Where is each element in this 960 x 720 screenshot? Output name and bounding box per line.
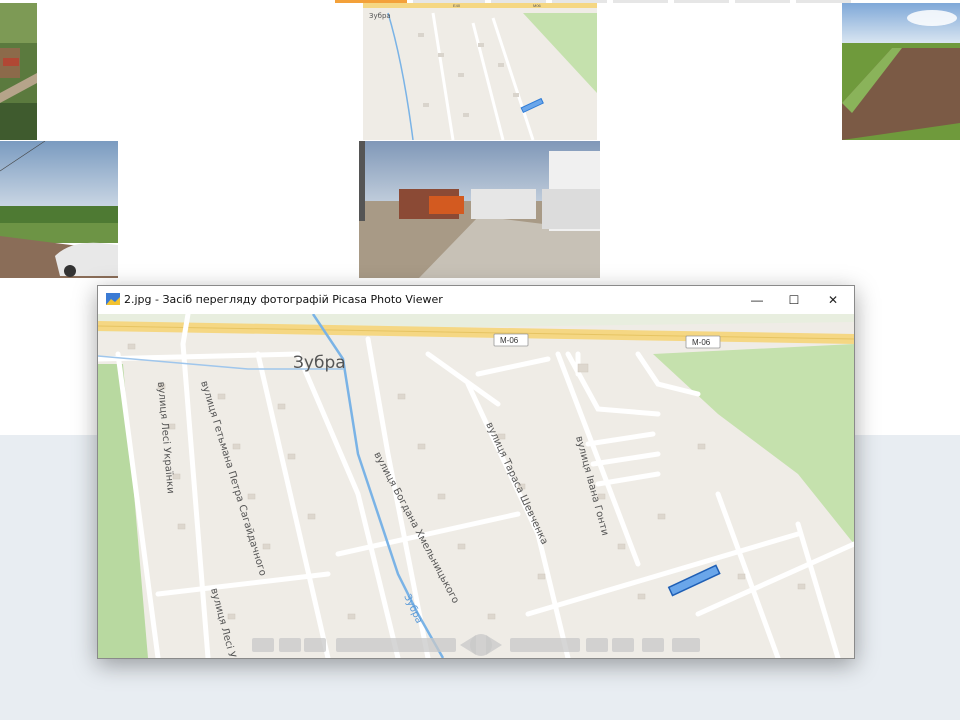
- toolbar-button[interactable]: [510, 638, 580, 652]
- picasa-app-icon: [106, 293, 120, 305]
- toolbar-button[interactable]: [672, 638, 700, 652]
- close-icon: ✕: [827, 293, 839, 307]
- highway-label-2: M-06: [692, 338, 711, 347]
- map-town-label: Зубра: [293, 353, 346, 373]
- maximize-button[interactable]: ☐: [775, 286, 813, 314]
- highway-label-1: M-06: [500, 336, 519, 345]
- toolbar-button[interactable]: [642, 638, 664, 652]
- map-image[interactable]: Зубра M-06 M-06 вулиця Лесі Українки вул…: [98, 314, 854, 658]
- thumb-town-label: Зубра: [369, 12, 391, 20]
- thumb-highway-label-1: E40: [453, 3, 461, 8]
- toolbar-button[interactable]: [586, 638, 608, 652]
- minimize-button[interactable]: —: [738, 286, 776, 314]
- window-titlebar[interactable]: 2.jpg - Засіб перегляду фотографій Picas…: [98, 286, 854, 314]
- window-title: 2.jpg - Засіб перегляду фотографій Picas…: [124, 293, 443, 306]
- toolbar-button[interactable]: [279, 638, 301, 652]
- close-button[interactable]: ✕: [814, 286, 852, 314]
- toolbar-button[interactable]: [612, 638, 634, 652]
- map-thumbnail[interactable]: Зубра E40 M06: [363, 3, 597, 140]
- road-car-photo-thumbnail[interactable]: [0, 141, 118, 278]
- thumb-highway-label-2: M06: [533, 3, 542, 8]
- maximize-icon: ☐: [788, 293, 800, 307]
- picasa-photo-viewer-window[interactable]: 2.jpg - Засіб перегляду фотографій Picas…: [97, 285, 855, 659]
- minimize-icon: —: [751, 293, 763, 307]
- toolbar-button[interactable]: [304, 638, 326, 652]
- field-photo-thumbnail[interactable]: [842, 3, 960, 140]
- toolbar-button[interactable]: [252, 638, 274, 652]
- aerial-photo-thumbnail[interactable]: [0, 3, 37, 140]
- toolbar-button[interactable]: [336, 638, 456, 652]
- construction-photo-thumbnail[interactable]: [359, 141, 600, 278]
